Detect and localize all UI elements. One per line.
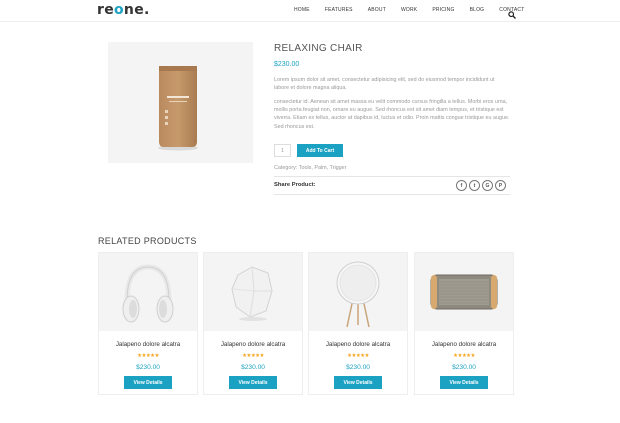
related-product-image[interactable]: [309, 253, 407, 331]
search-icon[interactable]: [508, 6, 516, 19]
logo[interactable]: reone.: [97, 2, 150, 18]
logo-suffix: ne.: [123, 2, 150, 18]
nav-pricing[interactable]: PRICING: [432, 7, 454, 13]
quantity-input[interactable]: 1: [274, 144, 291, 157]
related-product-image[interactable]: [415, 253, 513, 331]
logo-accent: o: [114, 2, 124, 18]
speaker-cube-icon: [231, 266, 273, 321]
nav-home[interactable]: HOME: [294, 7, 310, 13]
nav-work[interactable]: WORK: [401, 7, 417, 13]
logo-prefix: re: [97, 2, 114, 18]
related-product-price: $230.00: [346, 364, 370, 371]
pinterest-icon[interactable]: P: [495, 180, 506, 191]
add-to-cart-button[interactable]: Add To Cart: [297, 144, 343, 157]
main-nav: HOME FEATURES ABOUT WORK PRICING BLOG CO…: [294, 7, 524, 13]
category-link-tools[interactable]: Tools,: [299, 165, 313, 171]
rating-stars-icon: ★★★★★: [453, 353, 475, 359]
site-header: reone. HOME FEATURES ABOUT WORK PRICING …: [0, 0, 620, 22]
nav-blog[interactable]: BLOG: [470, 7, 485, 13]
facebook-icon[interactable]: f: [456, 180, 467, 191]
related-product-card[interactable]: Jalapeno dolore alcatra ★★★★★ $230.00 Vi…: [203, 252, 303, 395]
related-product-card[interactable]: Jalapeno dolore alcatra ★★★★★ $230.00 Vi…: [98, 252, 198, 395]
coffee-pouch-icon: [158, 66, 198, 151]
rating-stars-icon: ★★★★★: [347, 353, 369, 359]
product-price: $230.00: [274, 61, 300, 68]
related-product-name[interactable]: Jalapeno dolore alcatra: [99, 341, 197, 348]
nav-about[interactable]: ABOUT: [368, 7, 386, 13]
round-speaker-icon: [336, 261, 380, 328]
twitter-icon[interactable]: t: [469, 180, 480, 191]
headphones-icon: [122, 264, 174, 323]
related-product-price: $230.00: [241, 364, 265, 371]
related-product-image[interactable]: [99, 253, 197, 331]
related-product-name[interactable]: Jalapeno dolore alcatra: [415, 341, 513, 348]
rating-stars-icon: ★★★★★: [242, 353, 264, 359]
related-product-name[interactable]: Jalapeno dolore alcatra: [204, 341, 302, 348]
divider: [274, 194, 510, 195]
related-product-name[interactable]: Jalapeno dolore alcatra: [309, 341, 407, 348]
category-link-palm[interactable]: Palm,: [314, 165, 328, 171]
product-description-1: Lorem ipsum dolor sit amet, consectetur …: [274, 77, 495, 92]
view-details-button[interactable]: View Details: [229, 376, 277, 389]
view-details-button[interactable]: View Details: [124, 376, 172, 389]
nav-features[interactable]: FEATURES: [325, 7, 353, 13]
related-product-card[interactable]: Jalapeno dolore alcatra ★★★★★ $230.00 Vi…: [308, 252, 408, 395]
category-label: Category:: [274, 165, 298, 171]
related-product-card[interactable]: Jalapeno dolore alcatra ★★★★★ $230.00 Vi…: [414, 252, 514, 395]
related-product-price: $230.00: [452, 364, 476, 371]
share-icons: f t G P: [456, 180, 506, 191]
product-category: Category: Tools, Palm, Trigger: [274, 165, 346, 171]
category-link-trigger[interactable]: Trigger: [330, 165, 347, 171]
related-product-image[interactable]: [204, 253, 302, 331]
related-product-price: $230.00: [136, 364, 160, 371]
product-title: RELAXING CHAIR: [274, 43, 363, 54]
portable-speaker-icon: [430, 274, 498, 310]
related-products-title: RELATED PRODUCTS: [98, 236, 197, 246]
product-description-2: consectetur id. Aenean sit amet massa eu…: [274, 99, 510, 130]
view-details-button[interactable]: View Details: [440, 376, 488, 389]
view-details-button[interactable]: View Details: [334, 376, 382, 389]
product-image: [108, 42, 253, 163]
google-plus-icon[interactable]: G: [482, 180, 493, 191]
divider: [274, 176, 510, 177]
share-label: Share Product:: [274, 182, 316, 188]
rating-stars-icon: ★★★★★: [137, 353, 159, 359]
